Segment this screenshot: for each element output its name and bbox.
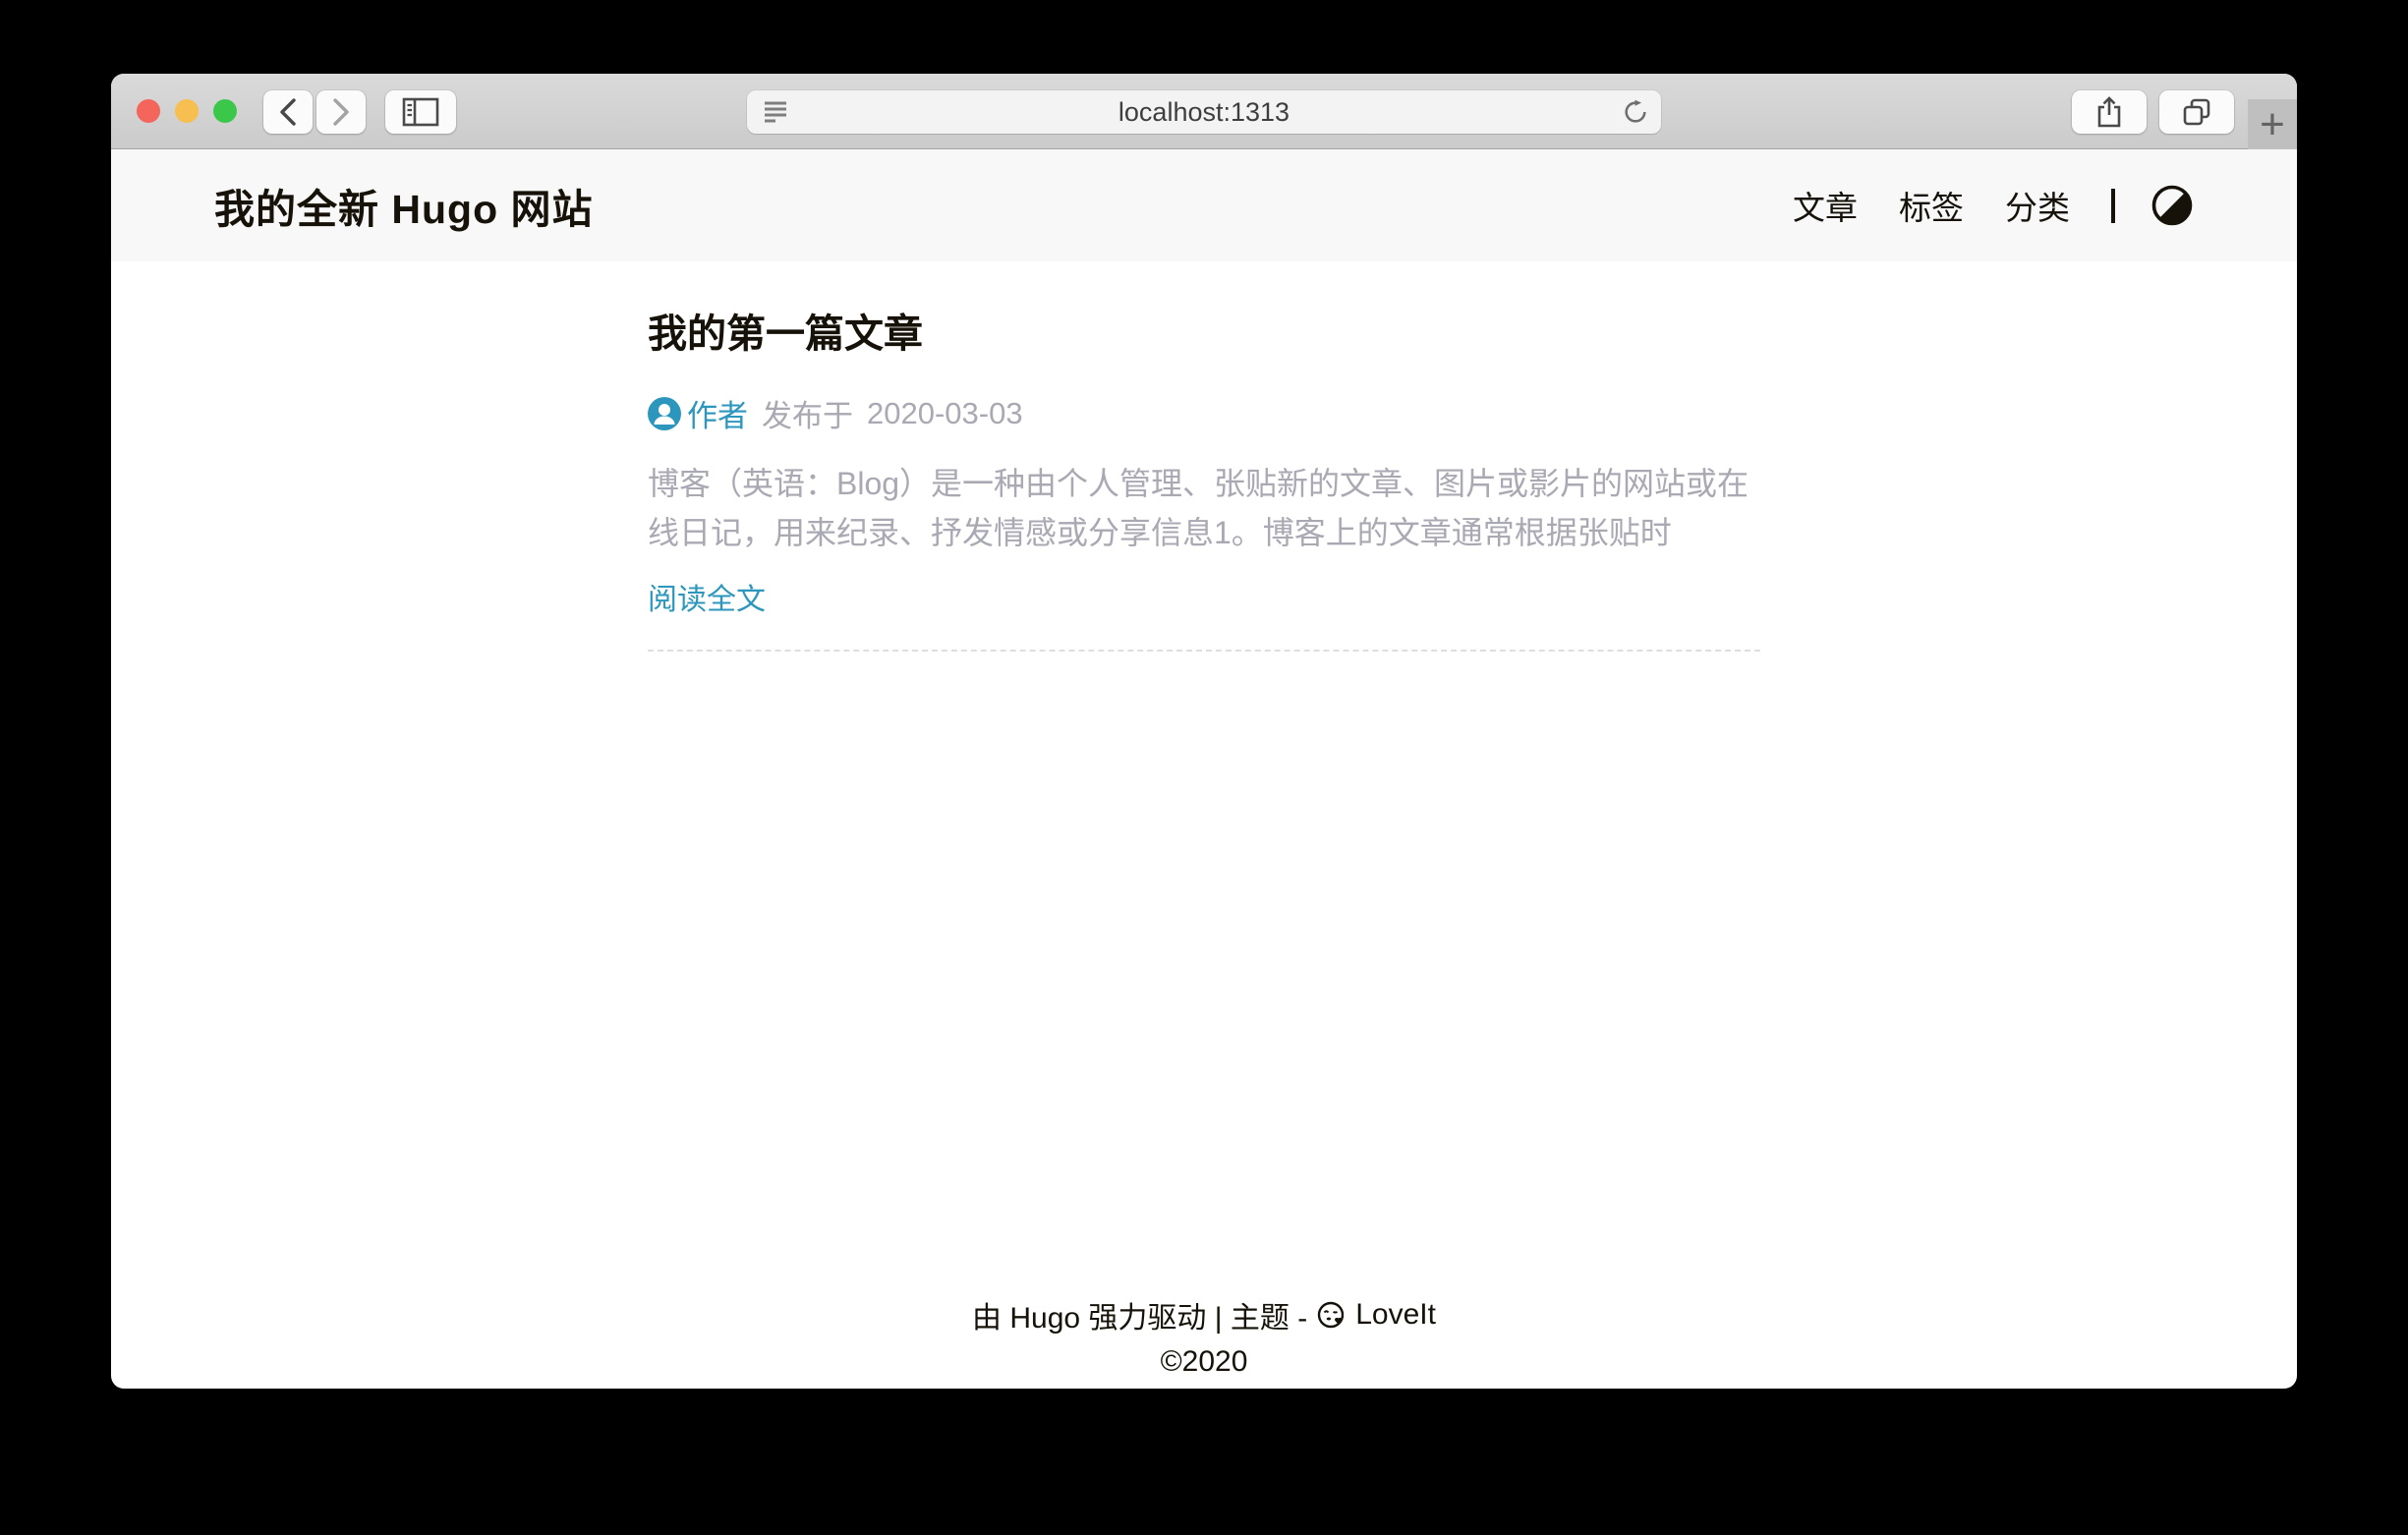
author-icon — [648, 397, 681, 430]
theme-link[interactable]: LoveIt — [1355, 1298, 1436, 1332]
post-title[interactable]: 我的第一篇文章 — [648, 307, 1760, 362]
sidebar-toggle-button[interactable] — [385, 90, 456, 134]
copyright-text: ©2020 — [1161, 1345, 1248, 1379]
share-icon — [2094, 95, 2124, 129]
kiss-face-icon — [1316, 1300, 1347, 1331]
site-footer: 由 Hugo 强力驱动 | 主题 - LoveIt ©2020 — [111, 1293, 2297, 1379]
browser-window: localhost:1313 — [111, 74, 2297, 1389]
window-controls — [137, 99, 237, 123]
post-meta: 作者 发布于 2020-03-03 — [648, 391, 1760, 435]
published-label: 发布于 — [762, 391, 853, 435]
post-divider — [648, 650, 1760, 652]
close-window-button[interactable] — [137, 99, 160, 123]
powered-by-text: 由 Hugo 强力驱动 | 主题 - — [972, 1293, 1307, 1336]
browser-toolbar: localhost:1313 — [111, 74, 2297, 149]
site-nav: 文章 标签 分类 — [1751, 182, 2194, 229]
nav-item-posts[interactable]: 文章 — [1793, 182, 1858, 229]
site-title[interactable]: 我的全新 Hugo 网站 — [214, 176, 594, 235]
address-bar[interactable]: localhost:1313 — [747, 90, 1661, 134]
sidebar-icon — [402, 97, 439, 127]
share-button[interactable] — [2072, 90, 2147, 134]
nav-item-tags[interactable]: 标签 — [1899, 182, 1964, 229]
post-summary: 博客（英语：Blog）是一种由个人管理、张贴新的文章、图片或影片的网站或在线日记… — [648, 459, 1760, 557]
article-list: 我的第一篇文章 作者 发布于 2020-03-03 博客（英语：Blog）是一种… — [648, 261, 1760, 652]
site-header: 我的全新 Hugo 网站 文章 标签 分类 — [111, 149, 2297, 261]
minimize-window-button[interactable] — [175, 99, 199, 123]
nav-item-categories[interactable]: 分类 — [2005, 182, 2070, 229]
theme-toggle-icon[interactable] — [2150, 184, 2194, 227]
read-more-link[interactable]: 阅读全文 — [648, 575, 766, 618]
nav-separator — [2111, 189, 2115, 223]
refresh-icon[interactable] — [1622, 98, 1649, 126]
zoom-window-button[interactable] — [213, 99, 237, 123]
back-button[interactable] — [263, 90, 313, 134]
url-text[interactable]: localhost:1313 — [747, 90, 1661, 134]
author-link[interactable]: 作者 — [687, 391, 748, 435]
forward-button[interactable] — [316, 90, 366, 134]
post-date: 2020-03-03 — [867, 396, 1023, 431]
forward-icon — [328, 96, 354, 128]
show-all-tabs-button[interactable] — [2159, 90, 2234, 134]
tabs-icon — [2181, 96, 2212, 128]
back-icon — [275, 96, 301, 128]
new-tab-button[interactable]: + — [2248, 99, 2297, 149]
